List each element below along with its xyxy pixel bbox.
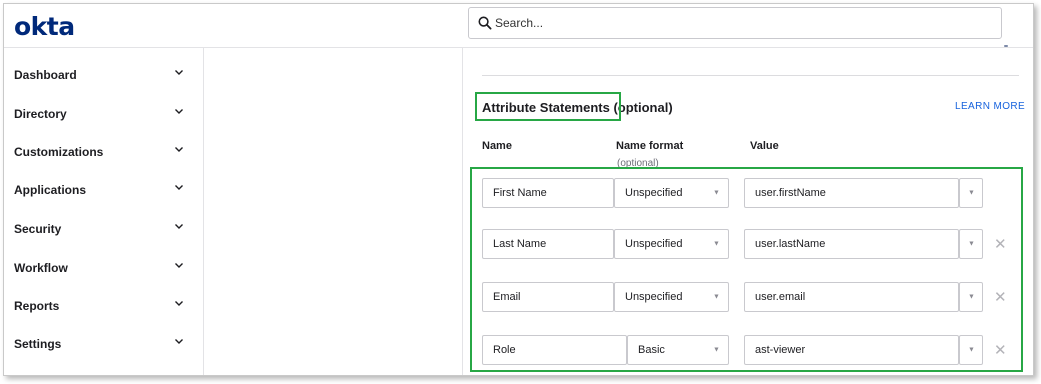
sidebar-item-label: Applications [14, 183, 87, 197]
column-header-optional: (optional) [617, 158, 659, 169]
section-divider [482, 75, 1019, 76]
sidebar-item-customizations[interactable]: Customizations [4, 137, 204, 167]
sidebar-item-label: Customizations [14, 145, 104, 159]
attribute-value-text: ast-viewer [755, 344, 806, 356]
column-header-name-format: Name format [616, 140, 684, 152]
chevron-down-icon [175, 339, 183, 344]
sidebar-item-label: Dashboard [14, 68, 77, 82]
value-dropdown-toggle[interactable]: ▼ [959, 335, 983, 365]
value-dropdown-toggle[interactable]: ▼ [959, 229, 983, 259]
attribute-name-text: First Name [493, 187, 547, 199]
search-icon [478, 16, 492, 30]
chevron-down-icon [175, 147, 183, 152]
caret-down-icon: ▼ [713, 293, 720, 301]
attribute-value-input[interactable]: user.email [744, 282, 959, 312]
chevron-down-icon [175, 301, 183, 306]
sidebar-item-label: Reports [14, 299, 60, 313]
attribute-value-input[interactable]: ast-viewer [744, 335, 959, 365]
name-format-value: Unspecified [625, 291, 683, 303]
chevron-down-icon [175, 185, 183, 190]
chevron-down-icon [175, 224, 183, 229]
search-box[interactable] [468, 7, 1002, 39]
attribute-name-input[interactable]: Last Name [482, 229, 614, 259]
sidebar-item-label: Settings [14, 337, 62, 351]
name-format-select[interactable]: Unspecified ▼ [614, 282, 729, 312]
value-dropdown-toggle[interactable]: ▼ [959, 178, 983, 208]
value-dropdown-toggle[interactable]: ▼ [959, 282, 983, 312]
attribute-name-input[interactable]: First Name [482, 178, 614, 208]
sidebar-item-label: Directory [14, 107, 67, 121]
column-header-name: Name [482, 140, 512, 152]
attribute-value-text: user.lastName [755, 238, 826, 250]
attribute-name-text: Last Name [493, 238, 547, 250]
remove-row-icon[interactable]: ✕ [994, 235, 1007, 253]
caret-down-icon: ▼ [968, 189, 975, 197]
sidebar-item-applications[interactable]: Applications [4, 175, 204, 205]
name-format-select[interactable]: Unspecified ▼ [614, 178, 729, 208]
attribute-name-text: Role [493, 344, 516, 356]
sidebar-item-reports[interactable]: Reports [4, 291, 204, 321]
learn-more-link[interactable]: LEARN MORE [955, 101, 1025, 112]
name-format-value: Unspecified [625, 238, 683, 250]
top-bar: okta [4, 4, 1033, 48]
caret-down-icon: ▼ [968, 346, 975, 354]
attribute-value-input[interactable]: user.firstName [744, 178, 959, 208]
chevron-down-icon [175, 263, 183, 268]
caret-down-icon: ▼ [968, 293, 975, 301]
chevron-down-icon [175, 70, 183, 75]
sidebar-nav: Dashboard Directory Customizations Appli… [4, 48, 204, 375]
sidebar-item-dashboard[interactable]: Dashboard [4, 60, 204, 90]
sidebar-item-label: Workflow [14, 261, 68, 275]
remove-row-icon[interactable]: ✕ [994, 341, 1007, 359]
name-format-value: Basic [638, 344, 665, 356]
attribute-name-input[interactable]: Role [482, 335, 627, 365]
section-title: Attribute Statements (optional) [482, 100, 673, 115]
scroll-indicator [1004, 45, 1008, 47]
column-header-value: Value [750, 140, 779, 152]
chevron-down-icon [175, 109, 183, 114]
caret-down-icon: ▼ [968, 240, 975, 248]
attribute-value-input[interactable]: user.lastName [744, 229, 959, 259]
app-window: okta Dashboard Directory Customizations … [3, 3, 1034, 376]
caret-down-icon: ▼ [713, 346, 720, 354]
name-format-value: Unspecified [625, 187, 683, 199]
caret-down-icon: ▼ [713, 189, 720, 197]
attribute-value-text: user.email [755, 291, 806, 303]
name-format-select[interactable]: Basic ▼ [627, 335, 729, 365]
attribute-name-input[interactable]: Email [482, 282, 614, 312]
search-input[interactable] [495, 8, 975, 38]
sidebar-item-workflow[interactable]: Workflow [4, 253, 204, 283]
sidebar-item-label: Security [14, 222, 62, 236]
attribute-value-text: user.firstName [755, 187, 826, 199]
remove-row-icon[interactable]: ✕ [994, 288, 1007, 306]
okta-logo[interactable]: okta [14, 12, 75, 41]
content-divider [462, 48, 463, 375]
sidebar-item-directory[interactable]: Directory [4, 99, 204, 129]
caret-down-icon: ▼ [713, 240, 720, 248]
sidebar-item-settings[interactable]: Settings [4, 329, 204, 359]
sidebar-item-security[interactable]: Security [4, 214, 204, 244]
attribute-name-text: Email [493, 291, 521, 303]
name-format-select[interactable]: Unspecified ▼ [614, 229, 729, 259]
